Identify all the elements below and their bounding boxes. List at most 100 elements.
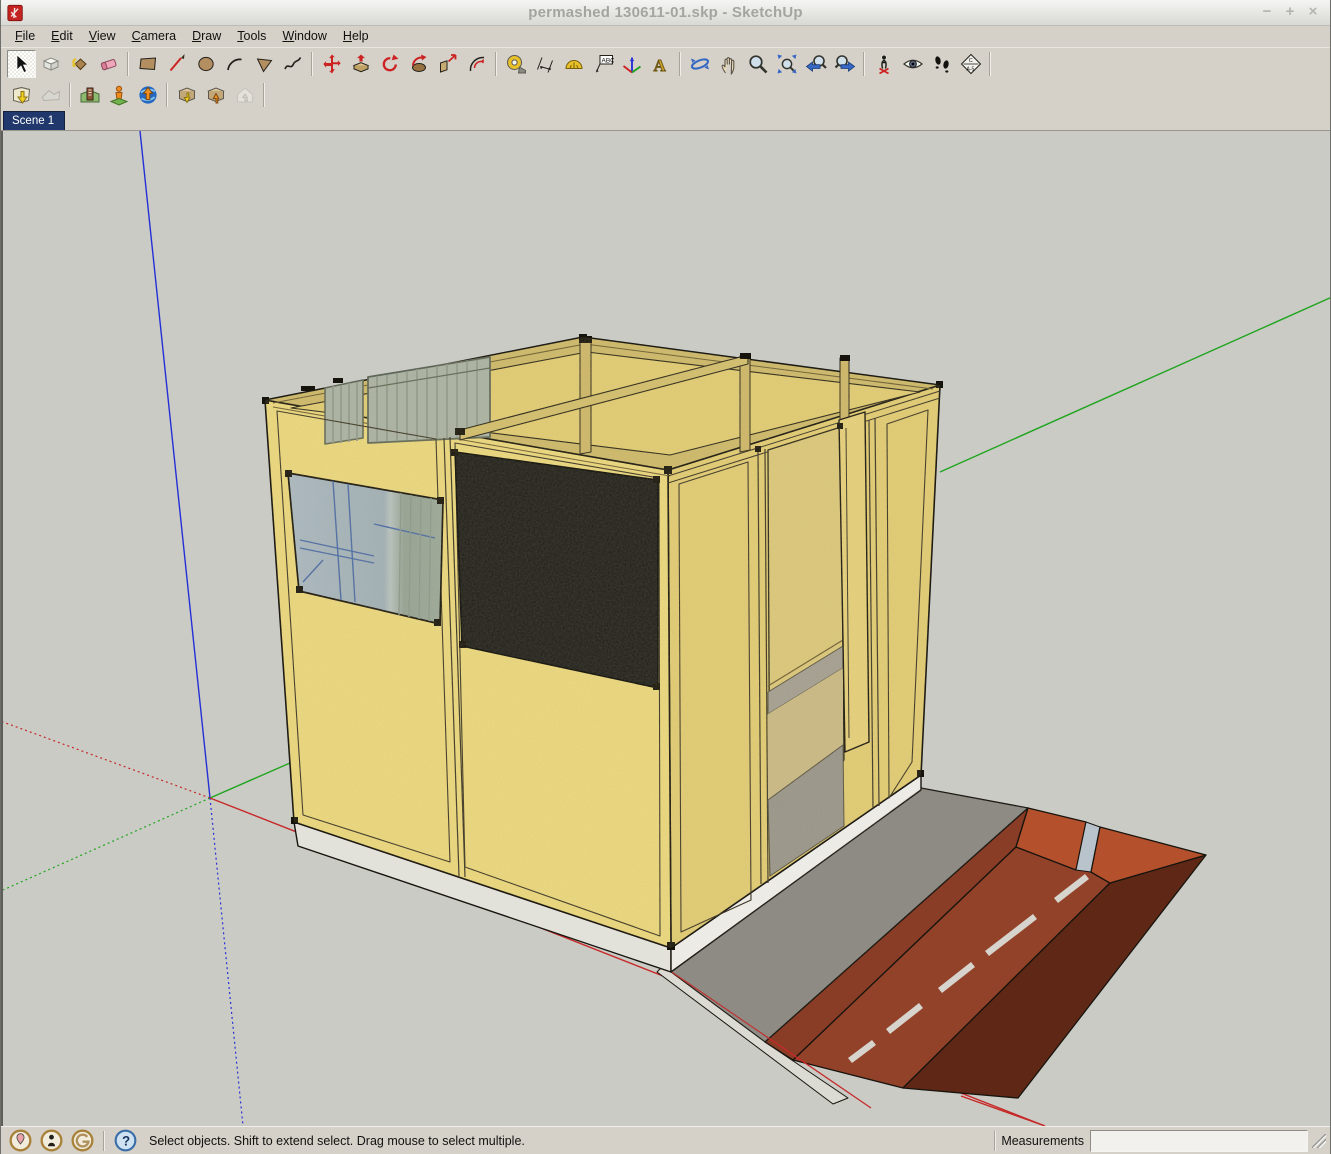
follow-me-button[interactable]	[404, 50, 433, 78]
maximize-button[interactable]: +	[1283, 6, 1297, 20]
menu-tools[interactable]: Tools	[229, 27, 274, 46]
arc-button[interactable]	[220, 50, 249, 78]
get-current-view-button[interactable]	[7, 81, 36, 109]
text-button[interactable]: ABC	[588, 50, 617, 78]
scene-tab-bar: Scene 1	[1, 110, 1330, 131]
paint-bucket-button[interactable]	[65, 50, 94, 78]
tape-measure-button[interactable]	[501, 50, 530, 78]
zoom-extents-icon	[776, 53, 798, 75]
share-model-button[interactable]	[201, 81, 230, 109]
google-toolbar	[1, 79, 1330, 110]
get-models-icon	[176, 84, 198, 106]
menu-draw[interactable]: Draw	[184, 27, 229, 46]
pan-icon	[718, 53, 740, 75]
move-icon	[321, 53, 343, 75]
rotate-button[interactable]	[375, 50, 404, 78]
zoom-previous-button[interactable]	[801, 50, 830, 78]
main-toolbar: ABC A CA-5	[1, 47, 1330, 79]
status-icons	[5, 1129, 98, 1152]
protractor-icon	[563, 53, 585, 75]
orbit-icon	[689, 53, 711, 75]
section-plane-button[interactable]: CA-5	[956, 50, 985, 78]
toggle-terrain-icon	[40, 84, 62, 106]
dimension-icon	[534, 53, 556, 75]
push-pull-icon	[350, 53, 372, 75]
svg-text:A: A	[653, 56, 666, 75]
walk-button[interactable]	[927, 50, 956, 78]
resize-grip[interactable]	[1312, 1134, 1326, 1148]
scene-tab[interactable]: Scene 1	[3, 111, 65, 130]
paint-bucket-icon	[69, 53, 91, 75]
axes-icon	[621, 53, 643, 75]
scale-button[interactable]	[433, 50, 462, 78]
svg-text:?: ?	[122, 1134, 130, 1149]
close-button[interactable]: ×	[1306, 6, 1320, 20]
share-component-icon	[234, 84, 256, 106]
look-around-icon	[902, 53, 924, 75]
orbit-button[interactable]	[685, 50, 714, 78]
polygon-button[interactable]	[249, 50, 278, 78]
zoom-button[interactable]	[743, 50, 772, 78]
dimension-button[interactable]	[530, 50, 559, 78]
zoom-next-button[interactable]	[830, 50, 859, 78]
offset-button[interactable]	[462, 50, 491, 78]
push-pull-button[interactable]	[346, 50, 375, 78]
menu-bar: FileEditViewCameraDrawToolsWindowHelp	[1, 26, 1330, 47]
minimize-button[interactable]: −	[1260, 6, 1274, 20]
photo-textures-button[interactable]	[75, 81, 104, 109]
get-current-view-icon	[11, 84, 33, 106]
eraser-button[interactable]	[94, 50, 123, 78]
rectangle-button[interactable]	[133, 50, 162, 78]
toolbar-separator	[863, 52, 865, 76]
get-models-button[interactable]	[172, 81, 201, 109]
freehand-icon	[282, 53, 304, 75]
3d-text-button[interactable]: A	[646, 50, 675, 78]
axes-button[interactable]	[617, 50, 646, 78]
menu-window[interactable]: Window	[274, 27, 334, 46]
menu-edit[interactable]: Edit	[43, 27, 81, 46]
position-camera-button[interactable]	[869, 50, 898, 78]
preview-in-google-earth-button[interactable]	[133, 81, 162, 109]
tape-measure-icon	[505, 53, 527, 75]
toolbar-separator	[679, 52, 681, 76]
select-button[interactable]	[7, 50, 36, 78]
toggle-terrain-button[interactable]	[36, 81, 65, 109]
menu-help[interactable]: Help	[335, 27, 377, 46]
toolbar-separator	[69, 83, 71, 107]
street-view-icon	[108, 84, 130, 106]
polygon-icon	[253, 53, 275, 75]
signin-icon[interactable]	[71, 1129, 94, 1152]
menu-view[interactable]: View	[81, 27, 124, 46]
model-view	[3, 131, 1331, 1126]
street-view-button[interactable]	[104, 81, 133, 109]
menu-camera[interactable]: Camera	[124, 27, 184, 46]
line-button[interactable]	[162, 50, 191, 78]
3d-text-icon: A	[650, 53, 672, 75]
move-button[interactable]	[317, 50, 346, 78]
toolbar-separator	[263, 83, 265, 107]
drawing-canvas[interactable]	[1, 131, 1330, 1126]
section-plane-icon: CA-5	[960, 53, 982, 75]
make-component-button[interactable]	[36, 50, 65, 78]
look-around-button[interactable]	[898, 50, 927, 78]
preview-in-google-earth-icon	[137, 84, 159, 106]
separator	[994, 1131, 996, 1151]
line-icon	[166, 53, 188, 75]
status-bar: ? Select objects. Shift to extend select…	[1, 1126, 1330, 1154]
zoom-extents-button[interactable]	[772, 50, 801, 78]
geolocation-icon[interactable]	[9, 1129, 32, 1152]
menu-file[interactable]: File	[7, 27, 43, 46]
freehand-button[interactable]	[278, 50, 307, 78]
pan-button[interactable]	[714, 50, 743, 78]
protractor-button[interactable]	[559, 50, 588, 78]
help-icon[interactable]: ?	[114, 1129, 137, 1152]
circle-button[interactable]	[191, 50, 220, 78]
measurements-input[interactable]	[1090, 1130, 1308, 1152]
sketchup-logo-icon	[7, 4, 24, 22]
circle-icon	[195, 53, 217, 75]
make-component-icon	[40, 53, 62, 75]
share-component-button[interactable]	[230, 81, 259, 109]
toolbar-separator	[989, 52, 991, 76]
text-icon: ABC	[592, 53, 614, 75]
credits-icon[interactable]	[40, 1129, 63, 1152]
